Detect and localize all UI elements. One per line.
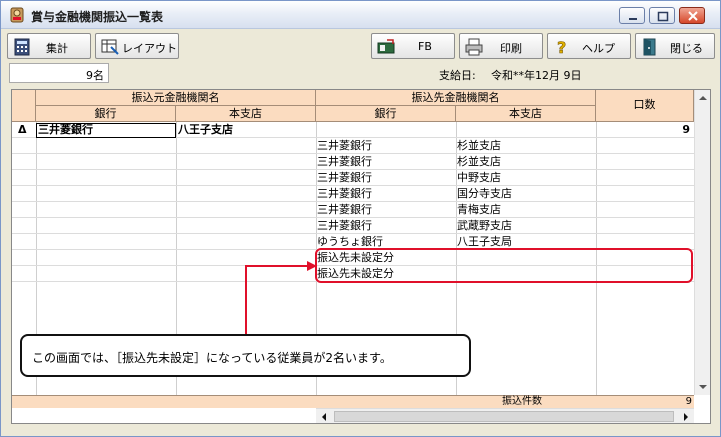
exit-door-icon <box>643 38 656 56</box>
app-window: 賞与金融機関振込一覧表 集計 レイアウト FB 印刷 ? ヘルプ 閉じる 9名 … <box>0 0 721 437</box>
maximize-icon <box>657 11 669 22</box>
close-label: 閉じる <box>670 42 703 55</box>
collapse-marker[interactable]: Δ <box>18 122 27 138</box>
highlight-unset-destination <box>315 248 693 283</box>
dest-branch: 杉並支店 <box>457 155 501 168</box>
dest-branch: 国分寺支店 <box>457 187 512 200</box>
source-branch-name: 八王子支店 <box>178 123 233 136</box>
printer-icon <box>465 38 483 56</box>
layout-button[interactable]: レイアウト <box>95 33 179 59</box>
group-account-count: 9 <box>682 123 690 136</box>
scroll-down-icon[interactable] <box>695 379 711 395</box>
header-accounts: 口数 <box>596 90 694 122</box>
header-dest-branch: 本支店 <box>456 106 596 122</box>
arrow-icon <box>245 261 317 335</box>
close-window-button[interactable] <box>679 7 705 24</box>
bank-transfer-icon <box>377 39 395 54</box>
dest-bank: 三井菱銀行 <box>317 139 372 152</box>
dest-bank: 三井菱銀行 <box>317 155 372 168</box>
header-destination-bank: 振込先金融機関名 <box>316 90 596 106</box>
callout-box: この画面では、［振込先未設定］になっている従業員が2名います。 <box>20 334 471 377</box>
fb-label: FB <box>418 40 432 53</box>
print-button[interactable]: 印刷 <box>459 33 543 59</box>
horizontal-scroll-thumb[interactable] <box>334 411 674 422</box>
dest-bank: 三井菱銀行 <box>317 187 372 200</box>
header-source-bank-name: 銀行 <box>36 106 176 122</box>
header-source-branch: 本支店 <box>176 106 316 122</box>
help-label: ヘルプ <box>582 42 615 55</box>
dest-branch: 杉並支店 <box>457 139 501 152</box>
help-button[interactable]: ? ヘルプ <box>547 33 631 59</box>
layout-icon <box>101 39 119 55</box>
toolbar: 集計 レイアウト FB 印刷 ? ヘルプ 閉じる <box>5 33 717 59</box>
dest-branch: 武蔵野支店 <box>457 219 512 232</box>
dest-branch: 中野支店 <box>457 171 501 184</box>
dest-branch: 青梅支店 <box>457 203 501 216</box>
horizontal-scrollbar[interactable] <box>316 408 694 424</box>
dest-bank: 三井菱銀行 <box>317 219 372 232</box>
help-icon: ? <box>557 38 567 56</box>
calculator-icon <box>14 38 30 56</box>
dest-bank: 三井菱銀行 <box>317 203 372 216</box>
maximize-button[interactable] <box>649 7 675 24</box>
source-bank-name: 三井菱銀行 <box>38 123 93 136</box>
window-title: 賞与金融機関振込一覧表 <box>31 10 164 24</box>
pay-date-label: 支給日: <box>439 69 476 82</box>
layout-label: レイアウト <box>122 42 177 55</box>
app-icon <box>10 7 24 23</box>
close-button[interactable]: 閉じる <box>635 33 715 59</box>
print-label: 印刷 <box>500 42 522 55</box>
scroll-up-icon[interactable] <box>695 90 711 106</box>
title-bar: 賞与金融機関振込一覧表 <box>1 1 720 29</box>
close-icon <box>688 11 698 21</box>
info-bar: 9名 支給日: 令和**年12月 9日 <box>9 63 713 85</box>
header-dest-bank-name: 銀行 <box>316 106 456 122</box>
totals-button[interactable]: 集計 <box>7 33 91 59</box>
header-source-bank: 振込元金融機関名 <box>36 90 316 106</box>
employee-count-box: 9名 <box>9 63 109 83</box>
vertical-scrollbar[interactable] <box>694 90 710 395</box>
fb-button[interactable]: FB <box>371 33 455 59</box>
totals-label: 集計 <box>46 42 68 55</box>
scroll-left-icon[interactable] <box>316 409 332 424</box>
pay-date-value: 令和**年12月 9日 <box>491 69 582 82</box>
minimize-button[interactable] <box>619 7 645 24</box>
dest-bank: 三井菱銀行 <box>317 171 372 184</box>
svg-text:?: ? <box>557 38 566 56</box>
header-corner <box>12 90 36 122</box>
employee-count: 9名 <box>86 69 104 82</box>
callout-text: この画面では、［振込先未設定］になっている従業員が2名います。 <box>32 351 392 365</box>
footer-row: 振込件数 9 <box>12 395 694 408</box>
scroll-right-icon[interactable] <box>678 409 694 424</box>
minimize-icon <box>629 18 637 20</box>
